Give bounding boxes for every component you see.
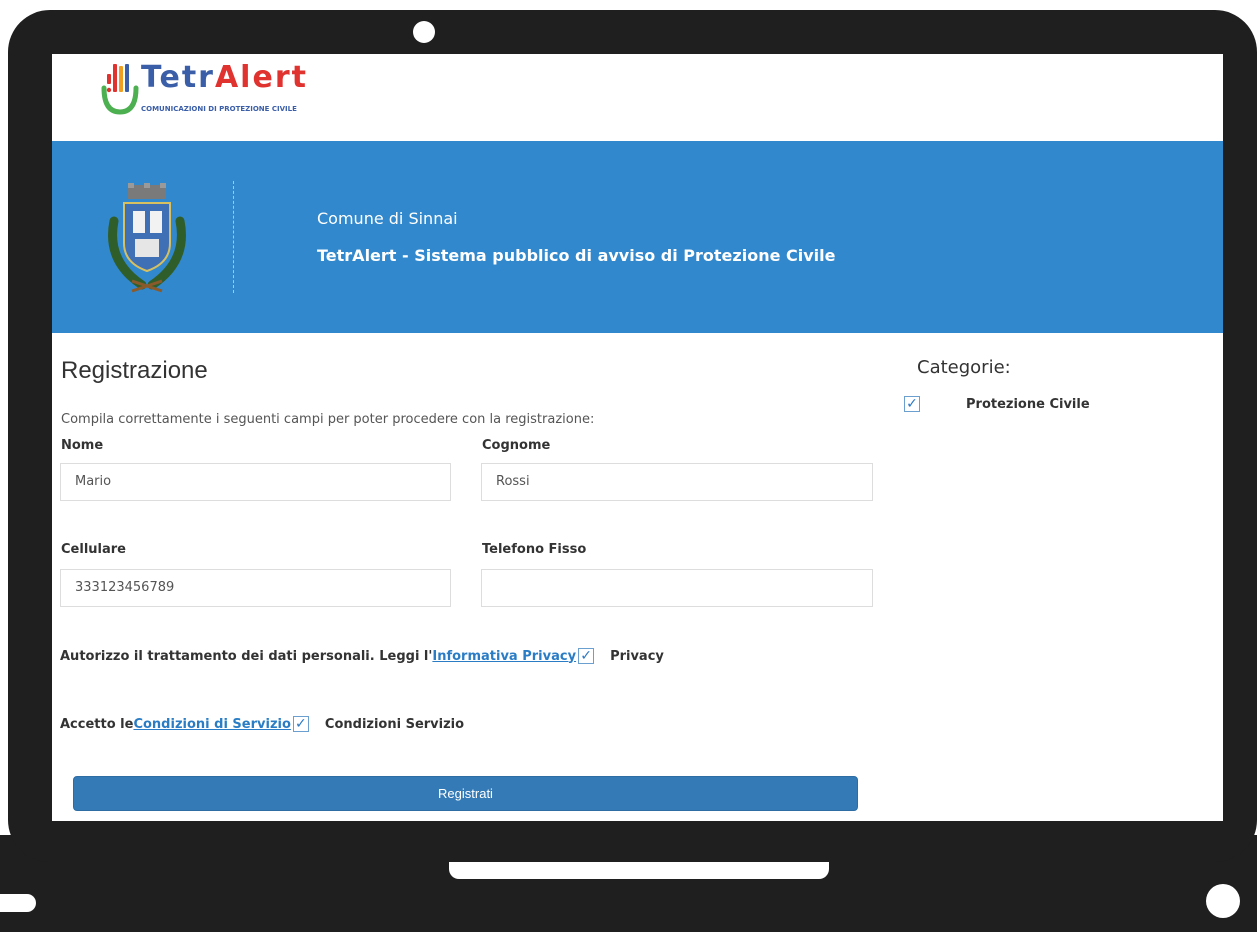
page-title: Registrazione <box>61 357 208 384</box>
terms-checkbox[interactable]: ✓ <box>292 716 309 732</box>
system-title: TetrAlert - Sistema pubblico di avviso d… <box>317 246 836 265</box>
browser-screen: TetrAlert COMUNICAZIONI DI PROTEZIONE CI… <box>52 54 1223 821</box>
terms-consent-text: Accetto le <box>60 716 134 732</box>
camera-icon <box>413 21 435 43</box>
terms-consent-row: Accetto le Condizioni di Servizio ✓ Condiz… <box>60 716 464 732</box>
cognome-label: Cognome <box>482 438 551 453</box>
category-item: ✓ Protezione Civile <box>904 396 1090 412</box>
municipality-name: Comune di Sinnai <box>317 209 458 228</box>
logo-word-part1: Tetr <box>141 60 215 95</box>
terms-checkbox-label: Condizioni Servizio <box>324 716 465 732</box>
logo-wordmark: TetrAlert <box>141 60 308 95</box>
tetralert-hand-icon <box>101 64 139 115</box>
logo-subtitle: COMUNICAZIONI DI PROTEZIONE CIVILE <box>141 105 297 113</box>
privacy-consent-row: Autorizzo il trattamento dei dati person… <box>60 648 664 664</box>
logo-word-part2: Alert <box>214 60 308 95</box>
categories-title: Categorie: <box>917 357 1011 378</box>
terms-of-service-link[interactable]: Condizioni di Servizio <box>133 717 290 732</box>
device-slot <box>0 894 36 912</box>
municipal-crest-icon <box>108 183 186 293</box>
cellulare-input[interactable]: 333123456789 <box>60 569 451 607</box>
trackpad-notch <box>449 862 829 879</box>
register-button[interactable]: Registrati <box>73 776 858 811</box>
privacy-checkbox-label: Privacy <box>610 648 664 664</box>
privacy-policy-link[interactable]: Informativa Privacy <box>432 649 576 664</box>
device-button <box>1206 884 1240 918</box>
privacy-consent-text: Autorizzo il trattamento dei dati person… <box>60 648 433 664</box>
banner-divider <box>233 181 234 293</box>
telefono-fisso-label: Telefono Fisso <box>482 542 587 557</box>
municipality-banner: Comune di Sinnai TetrAlert - Sistema pub… <box>52 141 1223 333</box>
tetralert-logo[interactable]: TetrAlert COMUNICAZIONI DI PROTEZIONE CI… <box>98 60 338 122</box>
form-intro: Compila correttamente i seguenti campi p… <box>61 412 595 427</box>
telefono-fisso-input[interactable] <box>481 569 873 607</box>
nome-label: Nome <box>61 438 104 453</box>
protezione-civile-checkbox[interactable]: ✓ <box>904 396 920 412</box>
cellulare-label: Cellulare <box>61 542 126 557</box>
protezione-civile-label: Protezione Civile <box>966 396 1090 412</box>
privacy-checkbox[interactable]: ✓ <box>578 648 595 664</box>
nome-input[interactable]: Mario <box>60 463 451 501</box>
cognome-input[interactable]: Rossi <box>481 463 873 501</box>
